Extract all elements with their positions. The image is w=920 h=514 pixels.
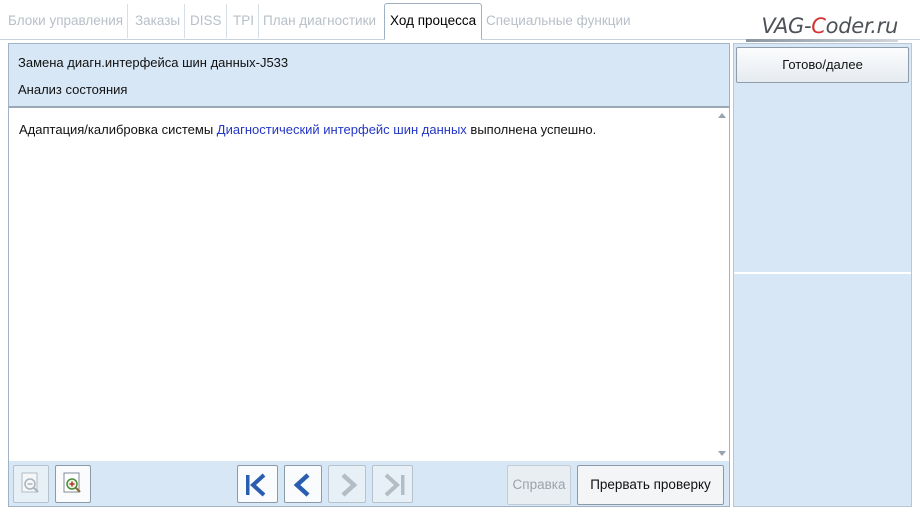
tab-bar: Блоки управления Заказы DISS TPI План ди… — [0, 0, 920, 42]
message-prefix: Адаптация/калибровка системы — [19, 122, 217, 137]
next-step-button[interactable] — [328, 465, 366, 503]
first-step-icon — [246, 473, 266, 497]
last-step-button[interactable] — [372, 465, 413, 503]
watermark-logo: VAG-Coder.ru — [761, 14, 898, 38]
test-info-header: Замена диагн.интерфейса шин данных-J533 … — [9, 44, 729, 106]
done-continue-button[interactable]: Готово/далее — [736, 47, 909, 83]
main-panel: Замена диагн.интерфейса шин данных-J533 … — [8, 43, 730, 507]
zoom-out-button[interactable] — [13, 465, 49, 503]
next-step-icon — [341, 473, 358, 497]
tab-orders[interactable]: Заказы — [131, 4, 186, 38]
result-message: Адаптация/калибровка системы Диагностиче… — [19, 122, 596, 137]
zoom-in-icon — [63, 472, 81, 493]
test-step-subtitle: Анализ состояния — [18, 82, 128, 97]
tab-control-units[interactable]: Блоки управления — [4, 4, 129, 38]
watermark-prefix: VAG- — [761, 14, 812, 38]
abort-test-button[interactable]: Прервать проверку — [577, 465, 724, 505]
watermark-suffix: oder.ru — [825, 14, 899, 38]
tab-diss[interactable]: DISS — [186, 4, 227, 38]
watermark-underline — [746, 39, 898, 42]
tab-tpi[interactable]: TPI — [229, 4, 260, 38]
last-step-icon — [384, 473, 405, 497]
tab-process-progress[interactable]: Ход процесса — [384, 3, 483, 40]
system-name-link[interactable]: Диагностический интерфейс шин данных — [217, 122, 467, 137]
message-area[interactable]: Адаптация/калибровка системы Диагностиче… — [9, 106, 729, 461]
previous-step-button[interactable] — [284, 465, 322, 503]
tab-special-functions[interactable]: Специальные функции — [482, 4, 635, 38]
vertical-scrollbar[interactable] — [715, 108, 729, 461]
zoom-in-button[interactable] — [55, 465, 91, 503]
previous-step-icon — [293, 473, 310, 497]
first-step-button[interactable] — [237, 465, 278, 503]
bottom-toolbar: Справка Прервать проверку — [9, 461, 729, 506]
message-suffix: выполнена успешно. — [466, 122, 597, 137]
scroll-down-arrow-icon[interactable] — [718, 451, 726, 456]
right-panel-divider — [734, 272, 911, 274]
test-title: Замена диагн.интерфейса шин данных-J533 — [18, 55, 289, 70]
scroll-up-arrow-icon[interactable] — [718, 113, 726, 118]
zoom-out-icon — [21, 472, 39, 493]
tab-diagnostic-plan[interactable]: План диагностики — [259, 4, 380, 38]
watermark-accent: C — [811, 14, 826, 38]
right-action-panel: Готово/далее — [733, 43, 912, 507]
help-button[interactable]: Справка — [507, 465, 571, 505]
